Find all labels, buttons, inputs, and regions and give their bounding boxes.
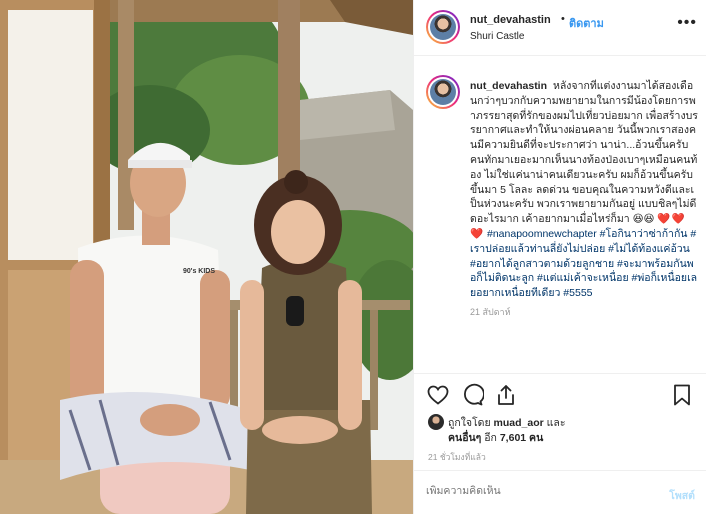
post-photo[interactable]: 90's KIDS: [0, 0, 413, 514]
comment-input[interactable]: [426, 485, 646, 497]
photo-illustration: 90's KIDS: [0, 0, 413, 514]
heart-icon[interactable]: [426, 383, 450, 407]
likes-prefix: ถูกใจโดย: [448, 417, 491, 429]
location-link[interactable]: Shuri Castle: [470, 31, 524, 42]
follow-button[interactable]: ติดตาม: [569, 14, 604, 32]
caption-username[interactable]: nut_devahastin: [470, 80, 547, 92]
posted-timestamp: 21 ชั่วโมงที่แล้ว: [428, 452, 486, 462]
action-bar: [414, 373, 706, 415]
comment-icon[interactable]: [460, 383, 484, 407]
likes-count[interactable]: 7,601: [500, 432, 526, 444]
post-header: nut_devahastin • ติดตาม Shuri Castle •••: [414, 0, 706, 56]
liker-avatar[interactable]: [428, 414, 444, 430]
bookmark-icon[interactable]: [670, 383, 694, 407]
post-details-panel: nut_devahastin • ติดตาม Shuri Castle •••…: [413, 0, 706, 514]
avatar[interactable]: [426, 10, 460, 44]
likes-line-2[interactable]: คนอื่นๆ อีก 7,601 คน: [448, 429, 543, 446]
likes-suffix: คน: [529, 432, 544, 444]
tshirt-print: 90's KIDS: [183, 268, 215, 275]
caption-time: 21 สัปดาห์: [470, 306, 511, 317]
separator-dot: •: [561, 13, 565, 25]
likes-others-label[interactable]: คนอื่นๆ: [448, 432, 481, 444]
caption-avatar[interactable]: [426, 75, 460, 109]
caption-text: หลังจากที่แต่งงานมาได้สองเดือนกว่าๆบวกกั…: [470, 80, 698, 226]
liker-username[interactable]: muad_aor: [494, 417, 544, 429]
caption: nut_devahastin หลังจากที่แต่งงานมาได้สอง…: [470, 79, 698, 369]
more-options-icon[interactable]: •••: [677, 15, 697, 31]
username-link[interactable]: nut_devahastin: [470, 14, 551, 26]
likes-and: และ: [546, 417, 566, 429]
comment-bar: โพสต์: [414, 470, 706, 514]
share-icon[interactable]: [494, 383, 518, 407]
caption-hashtags[interactable]: #nanapoomnewchapter #โอกินาว่าซ่าก้ากัน …: [470, 228, 697, 299]
post-comment-button[interactable]: โพสต์: [669, 487, 695, 504]
likes-others-prefix: อีก: [484, 432, 497, 444]
